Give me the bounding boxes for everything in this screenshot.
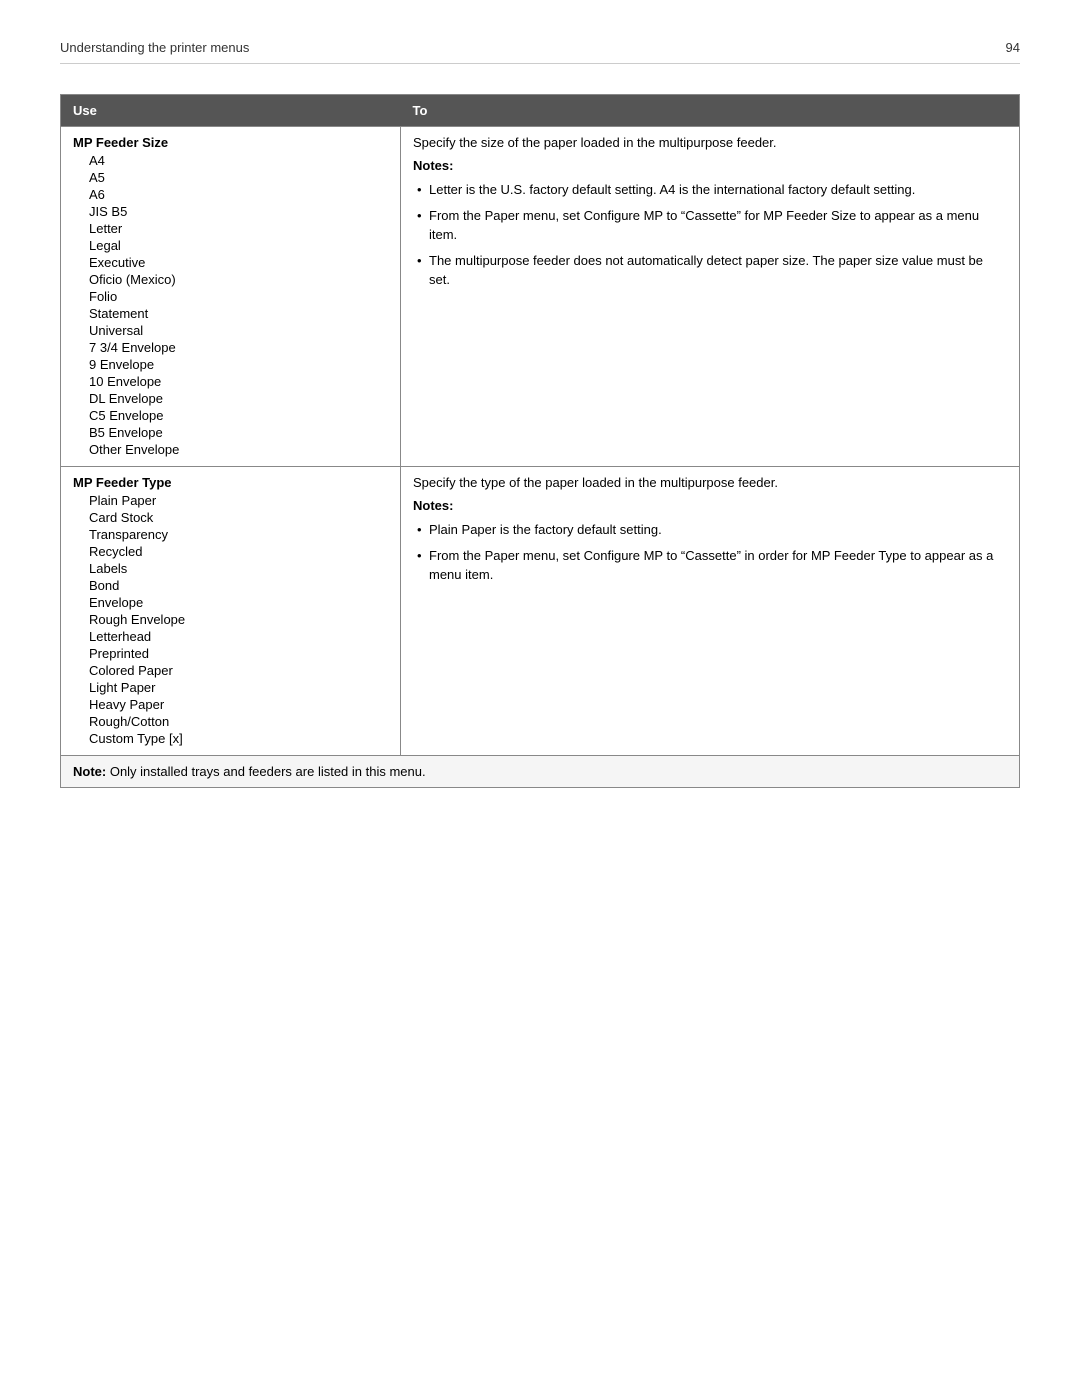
note-item: Letter is the U.S. factory default setti…	[413, 177, 1007, 203]
to-text-mp-feeder-size: Specify the size of the paper loaded in …	[413, 135, 1007, 150]
list-item: B5 Envelope	[73, 424, 388, 441]
list-item: Legal	[73, 237, 388, 254]
list-item: Custom Type [x]	[73, 730, 388, 747]
list-item: Transparency	[73, 526, 388, 543]
use-title-mp-feeder-type: MP Feeder Type	[73, 475, 388, 490]
list-item: Executive	[73, 254, 388, 271]
table-row-mp-feeder-size: MP Feeder Size A4A5A6JIS B5LetterLegalExe…	[61, 127, 1020, 467]
page-header-title: Understanding the printer menus	[60, 40, 249, 55]
use-cell-mp-feeder-size: MP Feeder Size A4A5A6JIS B5LetterLegalExe…	[61, 127, 401, 467]
use-cell-mp-feeder-type: MP Feeder Type Plain PaperCard StockTrans…	[61, 467, 401, 756]
list-item: Rough/Cotton	[73, 713, 388, 730]
page-number: 94	[1006, 40, 1020, 55]
list-item: A5	[73, 169, 388, 186]
to-text-mp-feeder-type: Specify the type of the paper loaded in …	[413, 475, 1007, 490]
to-cell-mp-feeder-size: Specify the size of the paper loaded in …	[401, 127, 1020, 467]
list-item: DL Envelope	[73, 390, 388, 407]
list-item: C5 Envelope	[73, 407, 388, 424]
note-item: From the Paper menu, set Configure MP to…	[413, 203, 1007, 248]
list-item: 10 Envelope	[73, 373, 388, 390]
list-item: A6	[73, 186, 388, 203]
col-use-header: Use	[61, 95, 401, 127]
notes-label-mp-feeder-type: Notes:	[413, 498, 1007, 513]
footer-bold: Note:	[73, 764, 106, 779]
list-item: Letterhead	[73, 628, 388, 645]
list-item: A4	[73, 152, 388, 169]
notes-label-mp-feeder-size: Notes:	[413, 158, 1007, 173]
list-item: Rough Envelope	[73, 611, 388, 628]
footer-row: Note: Only installed trays and feeders a…	[61, 756, 1020, 788]
note-item: Plain Paper is the factory default setti…	[413, 517, 1007, 543]
list-item: Colored Paper	[73, 662, 388, 679]
to-cell-mp-feeder-type: Specify the type of the paper loaded in …	[401, 467, 1020, 756]
table-row-mp-feeder-type: MP Feeder Type Plain PaperCard StockTrans…	[61, 467, 1020, 756]
list-item: Preprinted	[73, 645, 388, 662]
list-item: 9 Envelope	[73, 356, 388, 373]
list-item: JIS B5	[73, 203, 388, 220]
list-item: Universal	[73, 322, 388, 339]
footer-text: Only installed trays and feeders are lis…	[106, 764, 425, 779]
note-item: From the Paper menu, set Configure MP to…	[413, 543, 1007, 588]
footer-cell: Note: Only installed trays and feeders a…	[61, 756, 1020, 788]
list-item: Recycled	[73, 543, 388, 560]
list-item: Bond	[73, 577, 388, 594]
list-item: Plain Paper	[73, 492, 388, 509]
list-item: Heavy Paper	[73, 696, 388, 713]
list-item: Other Envelope	[73, 441, 388, 458]
list-item: Labels	[73, 560, 388, 577]
list-item: Letter	[73, 220, 388, 237]
col-to-header: To	[401, 95, 1020, 127]
list-item: 7 3/4 Envelope	[73, 339, 388, 356]
main-table: Use To MP Feeder SizeA4A5A6JIS B5LetterL…	[60, 94, 1020, 788]
list-item: Oficio (Mexico)	[73, 271, 388, 288]
list-item: Light Paper	[73, 679, 388, 696]
list-item: Card Stock	[73, 509, 388, 526]
note-item: The multipurpose feeder does not automat…	[413, 248, 1007, 293]
list-item: Folio	[73, 288, 388, 305]
use-title-mp-feeder-size: MP Feeder Size	[73, 135, 388, 150]
list-item: Envelope	[73, 594, 388, 611]
list-item: Statement	[73, 305, 388, 322]
